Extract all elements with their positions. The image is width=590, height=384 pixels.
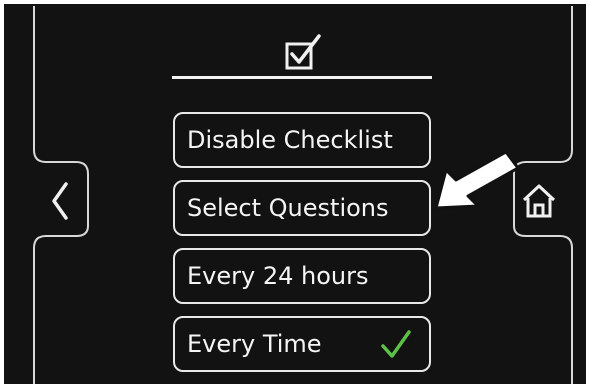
back-button[interactable] [34, 170, 88, 232]
pointer-arrow-icon [434, 150, 520, 210]
every-time-button[interactable]: Every Time [173, 316, 431, 372]
chevron-left-icon [52, 182, 68, 220]
menu-item-label: Every Time [187, 330, 322, 358]
select-questions-button[interactable]: Select Questions [173, 180, 431, 236]
every-24-hours-button[interactable]: Every 24 hours [173, 248, 431, 304]
checkmark-icon [381, 330, 411, 358]
menu-item-label: Select Questions [187, 194, 389, 222]
menu-item-label: Every 24 hours [187, 262, 369, 290]
device-screen: Disable Checklist Select Questions Every… [0, 0, 590, 384]
disable-checklist-button[interactable]: Disable Checklist [173, 112, 431, 168]
menu-item-label: Disable Checklist [187, 126, 393, 154]
title-divider [172, 76, 432, 79]
checkbox-checked-icon [285, 34, 321, 70]
